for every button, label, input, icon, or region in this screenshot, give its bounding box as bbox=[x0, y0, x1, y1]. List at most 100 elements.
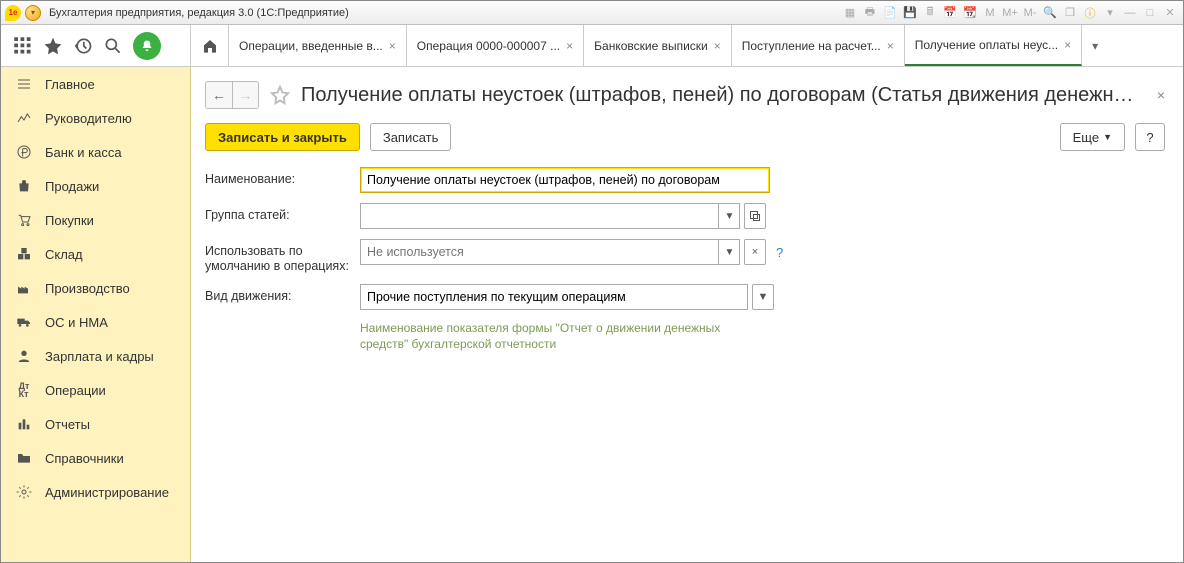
tab-close-icon[interactable]: × bbox=[389, 39, 396, 53]
sidebar-item-assets[interactable]: ОС и НМА bbox=[1, 305, 190, 339]
truck-icon bbox=[15, 313, 33, 331]
nav-back-button[interactable]: ← bbox=[206, 82, 232, 108]
sidebar-item-label: Зарплата и кадры bbox=[45, 349, 154, 364]
toolbar-print-icon[interactable]: 🖶 bbox=[861, 4, 879, 22]
toolbar-calc-icon[interactable]: 🖩 bbox=[921, 4, 939, 22]
sidebar-item-label: Отчеты bbox=[45, 417, 90, 432]
save-button[interactable]: Записать bbox=[370, 123, 452, 151]
sidebar-item-warehouse[interactable]: Склад bbox=[1, 237, 190, 271]
sidebar-item-admin[interactable]: Администрирование bbox=[1, 475, 190, 509]
app-logo-icon: 1e bbox=[5, 5, 21, 21]
search-icon[interactable] bbox=[103, 36, 123, 56]
tab-operation-0007[interactable]: Операция 0000-000007 ... × bbox=[407, 25, 584, 66]
window-minimize-button[interactable]: — bbox=[1121, 4, 1139, 22]
home-button[interactable] bbox=[191, 25, 229, 66]
tab-label: Операция 0000-000007 ... bbox=[417, 39, 560, 53]
button-label: Еще bbox=[1073, 130, 1099, 145]
chevron-down-icon: ▼ bbox=[1103, 132, 1112, 142]
favorites-icon[interactable] bbox=[43, 36, 63, 56]
use-default-clear-button[interactable]: × bbox=[744, 239, 766, 265]
toolbar-zoom-icon[interactable]: 🔍 bbox=[1041, 4, 1059, 22]
movement-hint: Наименование показателя формы "Отчет о д… bbox=[360, 320, 760, 352]
use-default-help-icon[interactable]: ? bbox=[776, 245, 783, 260]
toolbar-date-icon[interactable]: 📆 bbox=[961, 4, 979, 22]
nav-arrows: ← → bbox=[205, 81, 259, 109]
sidebar-item-salary[interactable]: Зарплата и кадры bbox=[1, 339, 190, 373]
button-label: Записать bbox=[383, 130, 439, 145]
sidebar-item-sales[interactable]: Продажи bbox=[1, 169, 190, 203]
sidebar-item-label: Банк и касса bbox=[45, 145, 122, 160]
help-button[interactable]: ? bbox=[1135, 123, 1165, 151]
sidebar: Главное Руководителю Банк и касса Продаж… bbox=[1, 67, 191, 562]
notifications-icon[interactable] bbox=[133, 32, 161, 60]
bag-icon bbox=[15, 177, 33, 195]
toolbar-mplus-icon[interactable]: M+ bbox=[1001, 4, 1019, 22]
sidebar-item-label: Производство bbox=[45, 281, 130, 296]
button-label: ? bbox=[1146, 130, 1153, 145]
factory-icon bbox=[15, 279, 33, 297]
app-menu-dropdown[interactable]: ▾ bbox=[25, 5, 41, 21]
toolbar-window-icon[interactable]: ❐ bbox=[1061, 4, 1079, 22]
sidebar-item-label: Справочники bbox=[45, 451, 124, 466]
toolbar-copy-icon[interactable]: 📄 bbox=[881, 4, 899, 22]
ruble-icon bbox=[15, 143, 33, 161]
sidebar-item-label: Операции bbox=[45, 383, 106, 398]
boxes-icon bbox=[15, 245, 33, 263]
sidebar-item-label: Склад bbox=[45, 247, 83, 262]
group-input[interactable] bbox=[360, 203, 740, 229]
tab-close-icon[interactable]: × bbox=[566, 39, 573, 53]
history-icon[interactable] bbox=[73, 36, 93, 56]
window-title: Бухгалтерия предприятия, редакция 3.0 (1… bbox=[49, 7, 349, 19]
sidebar-item-purchases[interactable]: Покупки bbox=[1, 203, 190, 237]
sidebar-item-references[interactable]: Справочники bbox=[1, 441, 190, 475]
tab-close-icon[interactable]: × bbox=[887, 39, 894, 53]
window-maximize-button[interactable]: □ bbox=[1141, 4, 1159, 22]
use-default-dropdown-button[interactable]: ▼ bbox=[718, 239, 740, 265]
page-close-button[interactable]: × bbox=[1157, 87, 1165, 103]
favorite-star-icon[interactable] bbox=[269, 84, 291, 106]
toolbar-info-icon[interactable]: ⓘ bbox=[1081, 4, 1099, 22]
save-close-button[interactable]: Записать и закрыть bbox=[205, 123, 360, 151]
sidebar-item-manager[interactable]: Руководителю bbox=[1, 101, 190, 135]
tab-close-icon[interactable]: × bbox=[1064, 38, 1071, 52]
tab-label: Поступление на расчет... bbox=[742, 39, 881, 53]
tab-penalty-payment[interactable]: Получение оплаты неус... × bbox=[905, 25, 1082, 66]
window-close-button[interactable]: ✕ bbox=[1161, 4, 1179, 22]
toolbar-m-icon[interactable]: M bbox=[981, 4, 999, 22]
group-open-button[interactable] bbox=[744, 203, 766, 229]
sidebar-item-main[interactable]: Главное bbox=[1, 67, 190, 101]
bars-icon bbox=[15, 415, 33, 433]
movement-label: Вид движения: bbox=[205, 284, 360, 304]
cart-icon bbox=[15, 211, 33, 229]
toolbar-grid-icon[interactable]: ▦ bbox=[841, 4, 859, 22]
nav-forward-button[interactable]: → bbox=[232, 82, 258, 108]
group-dropdown-button[interactable]: ▼ bbox=[718, 203, 740, 229]
toolbar-save-icon[interactable]: 💾 bbox=[901, 4, 919, 22]
tab-label: Получение оплаты неус... bbox=[915, 38, 1058, 52]
movement-dropdown-button[interactable]: ▼ bbox=[752, 284, 774, 310]
sidebar-item-production[interactable]: Производство bbox=[1, 271, 190, 305]
chart-line-icon bbox=[15, 109, 33, 127]
titlebar: 1e ▾ Бухгалтерия предприятия, редакция 3… bbox=[1, 1, 1183, 25]
button-label: Записать и закрыть bbox=[218, 130, 347, 145]
movement-input[interactable] bbox=[360, 284, 748, 310]
person-icon bbox=[15, 347, 33, 365]
tabs-overflow-button[interactable]: ▾ bbox=[1082, 25, 1108, 66]
use-default-input[interactable] bbox=[360, 239, 740, 265]
toolbar-calendar-icon[interactable]: 📅 bbox=[941, 4, 959, 22]
tab-bank-statements[interactable]: Банковские выписки × bbox=[584, 25, 732, 66]
sidebar-item-reports[interactable]: Отчеты bbox=[1, 407, 190, 441]
use-default-label: Использовать по умолчанию в операциях: bbox=[205, 239, 360, 274]
more-button[interactable]: Еще ▼ bbox=[1060, 123, 1125, 151]
tab-receipt[interactable]: Поступление на расчет... × bbox=[732, 25, 905, 66]
name-input[interactable] bbox=[360, 167, 770, 193]
sidebar-item-operations[interactable]: ДтКт Операции bbox=[1, 373, 190, 407]
toolbar-mminus-icon[interactable]: M- bbox=[1021, 4, 1039, 22]
tab-close-icon[interactable]: × bbox=[714, 39, 721, 53]
tab-operations-entered[interactable]: Операции, введенные в... × bbox=[229, 25, 407, 66]
toolbar-dropdown-icon[interactable]: ▾ bbox=[1101, 4, 1119, 22]
sidebar-item-bank[interactable]: Банк и касса bbox=[1, 135, 190, 169]
apps-icon[interactable] bbox=[13, 36, 33, 56]
command-bar: Записать и закрыть Записать Еще ▼ ? bbox=[205, 123, 1165, 151]
folder-icon bbox=[15, 449, 33, 467]
